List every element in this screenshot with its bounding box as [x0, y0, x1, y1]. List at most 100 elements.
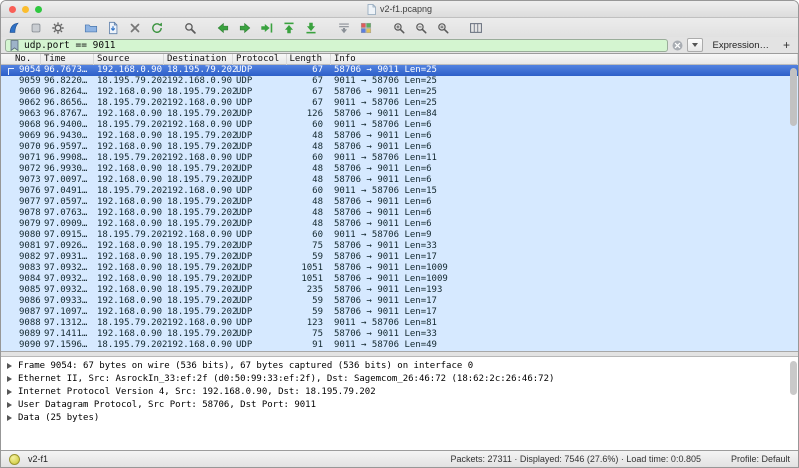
column-header-no[interactable]: No.	[1, 54, 41, 65]
packet-row[interactable]: 908497.0932…192.168.0.9018.195.79.202UDP…	[1, 274, 798, 285]
cell-length: 48	[287, 219, 331, 230]
close-file-button[interactable]	[126, 19, 143, 36]
packet-row[interactable]: 909097.1596…18.195.79.202192.168.0.90UDP…	[1, 340, 798, 351]
cell-destination: 18.195.79.202	[164, 164, 233, 175]
auto-scroll-icon	[337, 21, 351, 35]
packet-row[interactable]: 908697.0933…192.168.0.9018.195.79.202UDP…	[1, 296, 798, 307]
go-forward-button[interactable]	[236, 19, 253, 36]
zoom-in-button[interactable]	[390, 19, 407, 36]
cell-length: 59	[287, 296, 331, 307]
packet-row[interactable]: 908597.0932…192.168.0.9018.195.79.202UDP…	[1, 285, 798, 296]
column-header-time[interactable]: Time	[41, 54, 94, 65]
packet-row[interactable]: 907196.9908…18.195.79.202192.168.0.90UDP…	[1, 153, 798, 164]
zoom-out-button[interactable]	[412, 19, 429, 36]
cell-time: 97.0597…	[41, 197, 94, 208]
zoom-reset-button[interactable]	[434, 19, 451, 36]
cell-source: 18.195.79.202	[94, 318, 164, 329]
detail-line[interactable]: Ethernet II, Src: AsrockIn_33:ef:2f (d0:…	[1, 372, 798, 385]
cell-no: 9060	[1, 87, 41, 98]
go-to-packet-button[interactable]	[258, 19, 275, 36]
related-packet-indicator	[8, 68, 14, 75]
packet-row[interactable]: 905496.7673…192.168.0.9018.195.79.202UDP…	[1, 65, 798, 76]
filter-dropdown-button[interactable]	[687, 38, 703, 52]
detail-line[interactable]: Frame 9054: 67 bytes on wire (536 bits),…	[1, 359, 798, 372]
start-capture-button[interactable]	[5, 19, 22, 36]
display-filter-input[interactable]: udp.port == 9011	[5, 39, 668, 52]
cell-no: 9084	[1, 274, 41, 285]
zoom-window-button[interactable]	[35, 6, 42, 13]
packet-row[interactable]: 908797.1097…192.168.0.9018.195.79.202UDP…	[1, 307, 798, 318]
packet-row[interactable]: 905996.8220…18.195.79.202192.168.0.90UDP…	[1, 76, 798, 87]
auto-scroll-button[interactable]	[335, 19, 352, 36]
stop-capture-button[interactable]	[27, 19, 44, 36]
packet-row[interactable]: 908097.0915…18.195.79.202192.168.0.90UDP…	[1, 230, 798, 241]
filter-bar: udp.port == 9011 Expression… +	[1, 37, 798, 54]
find-packet-button[interactable]	[181, 19, 198, 36]
column-header-info[interactable]: Info	[331, 54, 798, 65]
capture-options-button[interactable]	[49, 19, 66, 36]
cell-info: 9011 → 58706 Len=15	[331, 186, 798, 197]
bookmark-icon[interactable]	[10, 40, 19, 51]
packet-row[interactable]: 906896.9400…18.195.79.202192.168.0.90UDP…	[1, 120, 798, 131]
cell-time: 97.0926…	[41, 241, 94, 252]
packet-row[interactable]: 906996.9430…192.168.0.9018.195.79.202UDP…	[1, 131, 798, 142]
detail-line[interactable]: User Datagram Protocol, Src Port: 58706,…	[1, 398, 798, 411]
go-to-top-button[interactable]	[280, 19, 297, 36]
packet-row[interactable]: 907296.9930…192.168.0.9018.195.79.202UDP…	[1, 164, 798, 175]
detail-line[interactable]: Data (25 bytes)	[1, 411, 798, 424]
packet-row[interactable]: 906296.8656…18.195.79.202192.168.0.90UDP…	[1, 98, 798, 109]
packet-row[interactable]: 908897.1312…18.195.79.202192.168.0.90UDP…	[1, 318, 798, 329]
column-header-protocol[interactable]: Protocol	[233, 54, 287, 65]
open-file-button[interactable]	[82, 19, 99, 36]
packet-row[interactable]: 907797.0597…192.168.0.9018.195.79.202UDP…	[1, 197, 798, 208]
cell-source: 192.168.0.90	[94, 142, 164, 153]
minimize-window-button[interactable]	[22, 6, 29, 13]
cell-length: 75	[287, 241, 331, 252]
column-header-length[interactable]: Length	[287, 54, 331, 65]
packet-row[interactable]: 908297.0931…192.168.0.9018.195.79.202UDP…	[1, 252, 798, 263]
go-back-button[interactable]	[214, 19, 231, 36]
save-file-button[interactable]	[104, 19, 121, 36]
detail-line-text: Data (25 bytes)	[18, 413, 99, 423]
add-filter-button[interactable]: +	[783, 39, 790, 51]
packet-row[interactable]: 908397.0932…192.168.0.9018.195.79.202UDP…	[1, 263, 798, 274]
resize-columns-button[interactable]	[467, 19, 484, 36]
cell-length: 48	[287, 197, 331, 208]
expand-triangle-icon[interactable]	[7, 389, 12, 395]
colorize-button[interactable]	[357, 19, 374, 36]
cell-time: 96.8220…	[41, 76, 94, 87]
close-window-button[interactable]	[9, 6, 16, 13]
column-header-source[interactable]: Source	[94, 54, 164, 65]
details-scrollbar[interactable]	[790, 361, 797, 395]
cell-source: 192.168.0.90	[94, 252, 164, 263]
packet-row[interactable]: 907397.0097…192.168.0.9018.195.79.202UDP…	[1, 175, 798, 186]
clear-filter-icon[interactable]	[672, 40, 683, 51]
packet-row[interactable]: 907697.0491…18.195.79.202192.168.0.90UDP…	[1, 186, 798, 197]
packet-row[interactable]: 906096.8264…192.168.0.9018.195.79.202UDP…	[1, 87, 798, 98]
packet-row[interactable]: 907096.9597…192.168.0.9018.195.79.202UDP…	[1, 142, 798, 153]
column-header-destination[interactable]: Destination	[164, 54, 233, 65]
expand-triangle-icon[interactable]	[7, 402, 12, 408]
cell-source: 192.168.0.90	[94, 175, 164, 186]
expand-triangle-icon[interactable]	[7, 415, 12, 421]
packet-list-scrollbar[interactable]	[790, 68, 797, 126]
packet-row[interactable]: 906396.8767…192.168.0.9018.195.79.202UDP…	[1, 109, 798, 120]
detail-line[interactable]: Internet Protocol Version 4, Src: 192.16…	[1, 385, 798, 398]
expression-button[interactable]: Expression…	[712, 40, 769, 51]
expert-info-icon[interactable]	[9, 454, 20, 465]
expand-triangle-icon[interactable]	[7, 363, 12, 369]
detail-line-text: Ethernet II, Src: AsrockIn_33:ef:2f (d0:…	[18, 374, 554, 384]
cell-no: 9080	[1, 230, 41, 241]
cell-destination: 18.195.79.202	[164, 263, 233, 274]
reload-arrow-icon	[150, 21, 164, 35]
packet-row[interactable]: 907997.0909…192.168.0.9018.195.79.202UDP…	[1, 219, 798, 230]
packet-row[interactable]: 907897.0763…192.168.0.9018.195.79.202UDP…	[1, 208, 798, 219]
packet-row[interactable]: 908997.1411…192.168.0.9018.195.79.202UDP…	[1, 329, 798, 340]
cell-length: 48	[287, 131, 331, 142]
profile-label[interactable]: Profile: Default	[731, 454, 790, 464]
packet-row[interactable]: 908197.0926…192.168.0.9018.195.79.202UDP…	[1, 241, 798, 252]
reload-button[interactable]	[148, 19, 165, 36]
go-to-bottom-button[interactable]	[302, 19, 319, 36]
expand-triangle-icon[interactable]	[7, 376, 12, 382]
cell-source: 192.168.0.90	[94, 296, 164, 307]
